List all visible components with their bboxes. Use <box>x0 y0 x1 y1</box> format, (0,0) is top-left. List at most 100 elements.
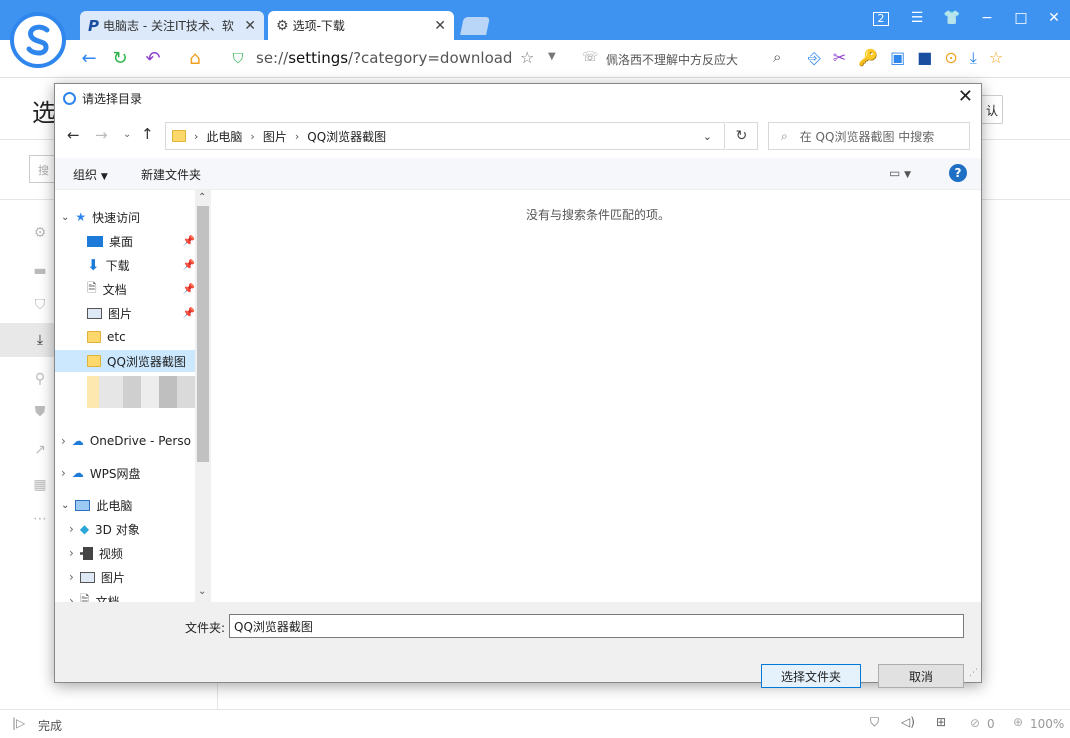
tree-wps[interactable]: › ☁ WPS网盘 <box>61 462 141 484</box>
shield-icon[interactable]: ⛉ <box>870 715 879 730</box>
back-icon[interactable]: ← <box>78 49 100 69</box>
computer-icon <box>75 499 91 511</box>
scroll-down-icon[interactable]: ⌄ <box>198 586 206 597</box>
cancel-button[interactable]: 取消 <box>878 664 964 688</box>
tree-documents[interactable]: 🗎 文档 📌 <box>87 278 195 300</box>
menu-icon[interactable]: ☰ <box>907 10 927 26</box>
pin-icon[interactable]: 📌 <box>183 284 195 295</box>
download-icon[interactable]: ⤓ <box>970 48 977 68</box>
tree-scrollbar[interactable]: ⌃ ⌄ <box>195 190 211 602</box>
chevron-right-icon: › <box>69 594 74 602</box>
refresh-icon[interactable]: ↻ <box>109 49 131 69</box>
close-icon[interactable]: ✕ <box>958 86 973 107</box>
browser-titlebar: P 电脑志 - 关注IT技术、软 ✕ ⚙ 选项-下载 ✕ 2 ☰ 👕 − □ ✕ <box>0 0 1070 68</box>
gear-icon: ⚙ <box>276 17 289 34</box>
zoom-icon[interactable]: ⊕ <box>1013 715 1023 729</box>
skin-icon[interactable]: 👕 <box>942 10 962 26</box>
tab-label: 选项-下载 <box>292 19 345 33</box>
tree-videos[interactable]: › 视频 <box>69 542 123 564</box>
download-box-icon[interactable]: ⤓ <box>32 332 48 348</box>
organize-menu[interactable]: 组织 ▼ <box>73 166 108 183</box>
tree-pc-documents[interactable]: › 🗎 文档 <box>69 590 119 603</box>
key-icon[interactable]: 🔑 <box>858 48 878 68</box>
tree-onedrive[interactable]: › ☁ OneDrive - Perso <box>61 430 191 452</box>
translate-icon[interactable]: ▣ <box>890 48 905 68</box>
folder-search-input[interactable]: ⌕ 在 QQ浏览器截图 中搜索 <box>768 122 970 150</box>
minimize-icon[interactable]: − <box>977 10 997 26</box>
maximize-icon[interactable]: □ <box>1011 10 1031 26</box>
tree-label: WPS网盘 <box>89 466 141 481</box>
login-icon[interactable]: ⎆ <box>808 48 821 68</box>
tab-close-icon[interactable]: ✕ <box>244 18 256 34</box>
tree-qq-screenshots[interactable]: QQ浏览器截图 <box>55 350 195 372</box>
tree-quick-access[interactable]: ⌄ ★ 快速访问 <box>61 206 140 228</box>
close-window-icon[interactable]: ✕ <box>1044 10 1064 26</box>
scroll-thumb[interactable] <box>197 206 209 462</box>
browser-logo[interactable] <box>10 12 66 68</box>
breadcrumb-item[interactable]: QQ浏览器截图 <box>307 128 386 145</box>
picture-icon <box>87 307 102 319</box>
hot-search-text[interactable]: 佩洛西不理解中方反应大 <box>606 51 738 68</box>
home-icon[interactable]: ⌂ <box>184 49 206 69</box>
new-tab-button[interactable] <box>460 17 490 35</box>
favorites-star-icon[interactable]: ☆ <box>989 48 1003 68</box>
pin-icon[interactable]: 📌 <box>183 308 195 319</box>
tree-this-pc[interactable]: ⌄ 此电脑 <box>61 494 132 516</box>
pin-icon[interactable]: 📌 <box>183 260 195 271</box>
chevron-right-icon: › <box>69 522 74 536</box>
cut-icon[interactable]: ✂ <box>833 48 846 68</box>
speaker-icon[interactable]: ◁) <box>901 715 915 729</box>
apps-icon[interactable]: ▦ <box>32 477 48 493</box>
help-icon[interactable]: ? <box>949 164 967 182</box>
back-icon[interactable]: ← <box>67 126 80 144</box>
tree-3d-objects[interactable]: › ◆ 3D 对象 <box>69 518 140 540</box>
undo-icon[interactable]: ↶ <box>142 49 164 69</box>
tab-count-icon[interactable]: 2 <box>873 12 889 26</box>
screenshot-icon[interactable]: ⊞ <box>936 715 946 729</box>
external-link-icon[interactable]: ↗ <box>32 442 48 458</box>
tree-pictures[interactable]: 图片 📌 <box>87 302 195 324</box>
window-icon[interactable]: ■ <box>917 48 932 68</box>
scroll-up-icon[interactable]: ⌃ <box>198 192 206 203</box>
view-options-icon[interactable]: ▭ ▼ <box>889 166 911 180</box>
shield-check-icon[interactable]: ⛉ <box>32 297 48 313</box>
chevron-down-icon[interactable]: ⌄ <box>703 130 712 143</box>
gear-icon[interactable]: ⚙ <box>32 225 48 241</box>
file-list[interactable]: 没有与搜索条件匹配的项。 <box>213 190 981 602</box>
tab-options-download[interactable]: ⚙ 选项-下载 ✕ <box>268 11 454 40</box>
more-icon[interactable]: ⊙ <box>944 48 957 68</box>
laptop-icon[interactable]: ▬ <box>32 263 48 279</box>
search-icon[interactable]: ⌕ <box>773 48 781 66</box>
address-breadcrumb[interactable]: › 此电脑 › 图片 › QQ浏览器截图 ⌄ <box>165 122 725 150</box>
folder-input[interactable]: QQ浏览器截图 <box>229 614 964 638</box>
chevron-right-icon: › <box>61 434 66 448</box>
shield-icon[interactable]: ⛊ <box>32 404 48 420</box>
tree-pc-pictures[interactable]: › 图片 <box>69 566 125 588</box>
resize-grip-icon[interactable]: ⋰ <box>969 668 978 678</box>
refresh-button[interactable]: ↻ <box>726 122 758 150</box>
tab-dianaozhi[interactable]: P 电脑志 - 关注IT技术、软 ✕ <box>80 11 264 40</box>
tab-close-icon[interactable]: ✕ <box>434 18 446 34</box>
navigation-tree[interactable]: ⌄ ★ 快速访问 桌面 📌 ⬇ 下载 📌 🗎 文档 📌 图片 📌 etc QQ浏览器截图 › ☁ O… <box>55 190 211 602</box>
breadcrumb-item[interactable]: 此电脑 <box>206 128 242 145</box>
zoom-level[interactable]: 100% <box>1030 717 1064 731</box>
bookmark-star-icon[interactable]: ☆ <box>520 48 534 67</box>
up-icon[interactable]: ↑ <box>141 125 154 143</box>
folder-icon <box>172 130 186 142</box>
tree-desktop[interactable]: 桌面 📌 <box>87 230 195 252</box>
select-folder-button[interactable]: 选择文件夹 <box>761 664 861 688</box>
breadcrumb-item[interactable]: 图片 <box>263 128 287 145</box>
recent-chevron-icon[interactable]: ⌄ <box>123 129 131 140</box>
adblock-count: 0 <box>987 717 995 731</box>
tree-etc[interactable]: etc <box>87 326 126 348</box>
new-folder-button[interactable]: 新建文件夹 <box>141 166 201 183</box>
pin-icon[interactable]: 📌 <box>183 236 195 247</box>
search-icon[interactable]: ⚲ <box>32 371 48 387</box>
address-bar[interactable]: se://settings/?category=download <box>256 49 512 67</box>
chevron-down-icon[interactable]: ▼ <box>548 51 556 62</box>
sidebar-toggle-icon[interactable]: |▷ <box>12 716 25 730</box>
tree-downloads[interactable]: ⬇ 下载 📌 <box>87 254 195 276</box>
more-dots-icon[interactable]: ⋯ <box>32 511 48 527</box>
adblock-icon[interactable]: ⊘ <box>970 716 980 730</box>
forward-icon[interactable]: → <box>95 126 108 144</box>
